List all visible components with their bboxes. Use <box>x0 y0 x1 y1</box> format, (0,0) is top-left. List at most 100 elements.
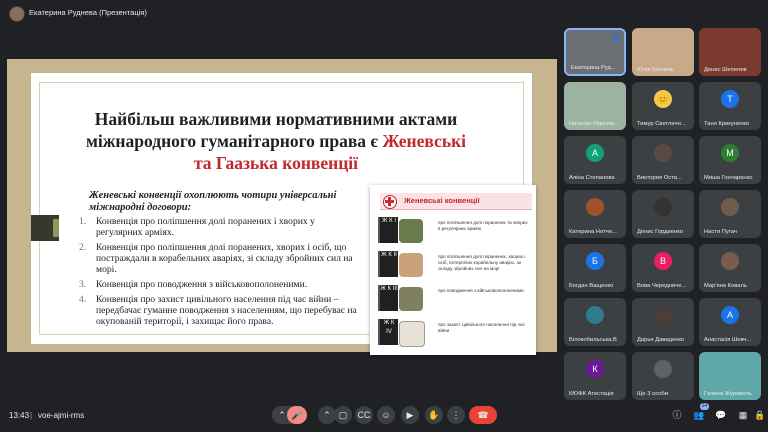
book-icon: Ж К I <box>378 217 398 243</box>
participant-name: Виктория Оста... <box>637 175 682 181</box>
participant-name: Наталка Максим... <box>569 121 619 127</box>
card-row: Ж К II про поліпшення долі поранених, хв… <box>378 251 528 281</box>
participant-tile[interactable]: А Анастасія Шевч... <box>699 298 761 346</box>
participant-tile[interactable]: В Вова Чередниче... <box>632 244 694 292</box>
activities-button[interactable]: ▦ <box>735 407 751 423</box>
participant-name: Галина Журавель <box>704 391 752 397</box>
soldier-icon <box>399 219 423 243</box>
participant-name: Мар'яна Коваль <box>704 283 747 289</box>
card-row-text: про поліпшення долі поранених та хворих … <box>438 220 528 231</box>
participant-tile[interactable]: Денис Шепелев <box>699 28 761 76</box>
participant-tile[interactable]: Дарья Давиденко <box>632 298 694 346</box>
participant-tile[interactable]: Катерина Нотче... <box>564 190 626 238</box>
participant-avatar <box>586 306 604 324</box>
participant-tile[interactable]: Виктория Оста... <box>632 136 694 184</box>
participant-name: Настя Пугач <box>704 229 737 235</box>
book-icon: Ж К III <box>378 285 398 311</box>
participant-name: Дарья Давиденко <box>637 337 685 343</box>
participant-name: Вова Чередниче... <box>637 283 687 289</box>
host-controls-button[interactable]: 🔒 <box>752 407 768 423</box>
participant-tile[interactable]: Т Таня Крикуненко <box>699 82 761 130</box>
participant-tile[interactable]: Настя Пугач <box>699 190 761 238</box>
civilians-icon <box>399 321 425 347</box>
presentation-stage[interactable]: Найбільш важливими нормативними актами м… <box>7 59 557 355</box>
list-item: 1. Конвенція про поліпшення долі поранени… <box>79 216 359 238</box>
list-item: 4. Конвенція про захист цивільного населе… <box>79 294 359 327</box>
card-header: Женевські конвенції <box>380 193 532 210</box>
list-text: Конвенція про поліпшення долі поранених … <box>96 216 315 238</box>
participant-tile[interactable]: Білокобильська.В <box>564 298 626 346</box>
participant-tile[interactable]: Наталка Максим... <box>564 82 626 130</box>
participant-tile[interactable]: Мар'яна Коваль <box>699 244 761 292</box>
speaking-indicator-icon <box>611 34 620 43</box>
participant-avatar: А <box>721 306 739 324</box>
participant-avatar: Т <box>721 90 739 108</box>
info-button[interactable]: ⓘ <box>669 407 685 423</box>
card-row: Ж К III про поводження з військовополоне… <box>378 285 528 315</box>
participant-name: Богдан Ващенко <box>569 283 614 289</box>
meeting-code: voe-ajmi-rms <box>38 411 85 420</box>
camera-off-button[interactable]: ▢ <box>334 406 352 424</box>
card-row-text: про захист цивільного населення під час … <box>438 322 525 333</box>
list-text: Конвенція про поліпшення долі поранених,… <box>96 242 353 275</box>
list-text: Конвенція про поводження з військовополо… <box>96 279 308 290</box>
emoji-button[interactable]: ☺ <box>377 406 395 424</box>
participant-avatar: 😊 <box>654 90 672 108</box>
list-number: 2. <box>79 242 87 253</box>
participant-avatar: К <box>586 360 604 378</box>
raise-hand-button[interactable]: ✋ <box>425 406 443 424</box>
participant-avatar: Б <box>586 252 604 270</box>
participant-name: Екатерина Руд... <box>571 65 616 71</box>
list-number: 4. <box>79 294 87 305</box>
participant-tile[interactable]: М Миша Гончаренко <box>699 136 761 184</box>
card-row-text: про поводження з військовополоненими <box>438 288 524 293</box>
participant-avatar <box>721 198 739 216</box>
participant-name: Денис Гордиенко <box>637 229 684 235</box>
participant-name: Ще 3 особи <box>637 391 669 397</box>
top-bar: Екатерина Руднева (Презентація) <box>0 0 768 26</box>
participant-tile[interactable]: 😊 Тимур Светличн... <box>632 82 694 130</box>
meeting-time: 13:43 <box>9 411 30 420</box>
list-number: 1. <box>79 216 87 227</box>
card-row: Ж К IV про захист цивільного населення п… <box>378 319 528 349</box>
chat-button[interactable]: 💬 <box>713 407 729 423</box>
separator: | <box>30 411 33 420</box>
participant-avatar: В <box>654 252 672 270</box>
prisoner-icon <box>399 287 423 311</box>
end-call-button[interactable]: ☎ <box>469 406 497 424</box>
participant-name: Катерина Нотче... <box>569 229 617 235</box>
participant-avatar: М <box>721 144 739 162</box>
captions-button[interactable]: CC <box>355 406 373 424</box>
participant-tile[interactable]: А Аліна Степанова <box>564 136 626 184</box>
list-text: Конвенція про захист цивільного населенн… <box>96 294 357 327</box>
participant-tile[interactable]: Екатерина Руд... <box>564 28 626 76</box>
presenter-label: Екатерина Руднева (Презентація) <box>29 8 147 17</box>
participant-avatar <box>586 198 604 216</box>
participant-count-badge: 24 <box>700 403 709 410</box>
participant-tile[interactable]: Ще 3 особи <box>632 352 694 400</box>
participant-tile[interactable]: Денис Гордиенко <box>632 190 694 238</box>
book-icon: Ж К II <box>378 251 398 277</box>
participant-tile[interactable]: Юлія Білокінь <box>632 28 694 76</box>
slide-title: Найбільш важливими нормативними актами м… <box>81 108 471 174</box>
geneva-card: Женевські конвенції Ж К I про поліпшення… <box>370 185 536 355</box>
participant-name: Денис Шепелев <box>704 67 747 73</box>
red-cross-icon <box>383 195 397 209</box>
slide: Найбільш важливими нормативними актами м… <box>30 72 536 355</box>
more-options-button[interactable]: ⋮ <box>447 406 465 424</box>
book-icon: Ж К IV <box>378 319 398 345</box>
participant-tile[interactable]: Б Богдан Ващенко <box>564 244 626 292</box>
sailor-icon <box>399 253 423 277</box>
participant-name: Юлія Білокінь <box>637 67 674 73</box>
participant-name: Тимур Светличн... <box>637 121 686 127</box>
mic-off-button[interactable]: 🎤 <box>287 406 307 424</box>
card-row: Ж К I про поліпшення долі поранених та х… <box>378 217 528 247</box>
list-item: 3. Конвенція про поводження з військовопо… <box>79 279 359 290</box>
presenter-avatar <box>9 6 25 22</box>
present-button[interactable]: ▶ <box>401 406 419 424</box>
participant-name: Миша Гончаренко <box>704 175 753 181</box>
participant-tile[interactable]: Галина Журавель <box>699 352 761 400</box>
participant-name: Аліна Степанова <box>569 175 615 181</box>
participant-avatar <box>654 360 672 378</box>
participant-tile[interactable]: К КЮФК Атестація <box>564 352 626 400</box>
